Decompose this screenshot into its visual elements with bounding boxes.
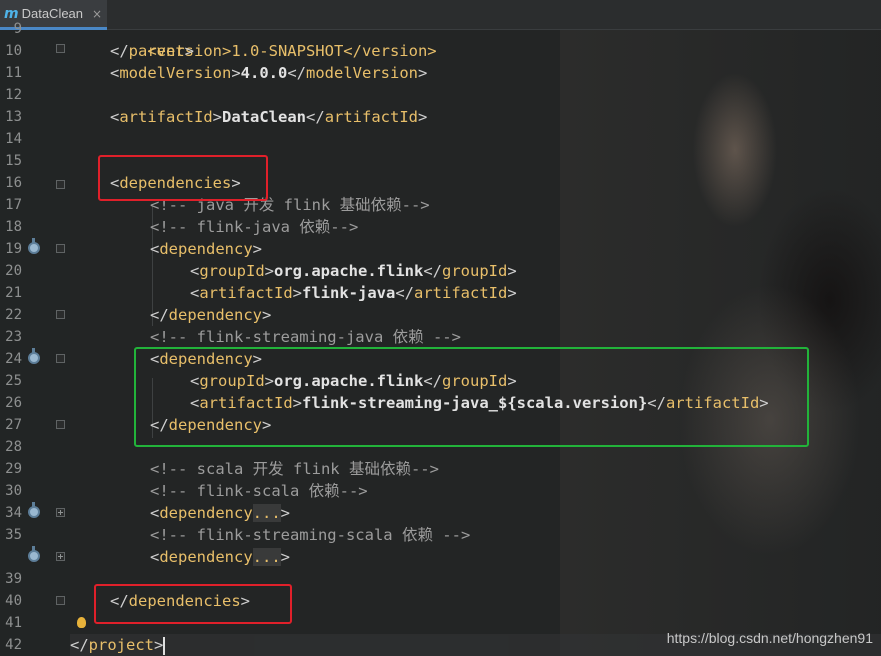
code-line-34: <!-- flink-streaming-scala 依赖 -->: [150, 526, 471, 544]
line-number: 23: [5, 329, 22, 345]
line-number: 40: [5, 593, 22, 609]
highlight-box-dependencies-open: [98, 155, 268, 201]
line-number: 39: [5, 571, 22, 587]
maven-dependency-icon[interactable]: [28, 238, 40, 254]
maven-dependency-icon[interactable]: [28, 348, 40, 364]
line-number: 30: [5, 483, 22, 499]
text-caret: [163, 636, 166, 655]
code-line-9: <version>1.0-SNAPSHOT</version>: [147, 42, 437, 60]
line-number: 25: [5, 373, 22, 389]
fold-marker-icon[interactable]: [56, 244, 65, 253]
close-icon[interactable]: ×: [92, 7, 102, 21]
highlight-box-streaming-dependency: [134, 347, 809, 447]
line-number: 24: [5, 351, 22, 367]
fold-marker-icon[interactable]: [56, 310, 65, 319]
code-line-20: <artifactId>flink-java</artifactId>: [190, 284, 517, 302]
code-line-29: <!-- flink-scala 依赖-->: [150, 482, 368, 500]
watermark: https://blog.csdn.net/hongzhen91: [666, 630, 873, 646]
line-number: 26: [5, 395, 22, 411]
folded-region[interactable]: ...: [252, 504, 281, 522]
line-number: 20: [5, 263, 22, 279]
line-number: 12: [5, 87, 22, 103]
line-gutter: 9 10 11 12 13 14 15 16 17 18 19 20 21 22 23 24 25 26 27 28 2…: [0, 21, 70, 656]
line-number: 27: [5, 417, 22, 433]
maven-dependency-icon[interactable]: [28, 502, 40, 518]
code-line-28: <!-- scala 开发 flink 基础依赖-->: [150, 460, 439, 478]
line-number: 42: [5, 637, 22, 653]
line-number: 11: [5, 65, 22, 81]
fold-marker-icon[interactable]: [56, 596, 65, 605]
line-number: 16: [5, 175, 22, 191]
code-line-21: </dependency>: [150, 306, 272, 324]
maven-dependency-icon[interactable]: [28, 546, 40, 562]
code-line-10: </parent>: [110, 42, 195, 60]
code-line-18: <dependency>: [150, 240, 263, 258]
folded-region[interactable]: ...: [252, 548, 281, 566]
fold-marker-icon[interactable]: [56, 420, 65, 429]
line-number: 17: [5, 197, 22, 213]
code-line-22: <!-- flink-streaming-java 依赖 -->: [150, 328, 461, 346]
line-number: 10: [5, 43, 22, 59]
code-editor[interactable]: <version>1.0-SNAPSHOT</version> </parent…: [70, 30, 881, 656]
line-number: 13: [5, 109, 22, 125]
code-line-30[interactable]: <dependency...>: [150, 502, 290, 524]
expand-fold-icon[interactable]: [56, 552, 65, 561]
line-number: 14: [5, 131, 22, 147]
line-number: 9: [13, 21, 22, 37]
tab-label: DataClean: [21, 6, 84, 21]
code-line-17: <!-- flink-java 依赖-->: [150, 218, 359, 236]
line-number: 28: [5, 439, 22, 455]
code-line-13: <artifactId>DataClean</artifactId>: [110, 108, 428, 126]
line-number: 22: [5, 307, 22, 323]
code-line-11: <modelVersion>4.0.0</modelVersion>: [110, 64, 428, 82]
code-line-35[interactable]: <dependency...>: [150, 546, 290, 568]
fold-marker-icon[interactable]: [56, 180, 65, 189]
highlight-box-dependencies-close: [94, 584, 292, 624]
fold-marker-icon[interactable]: [56, 44, 65, 53]
line-number: 18: [5, 219, 22, 235]
line-number: 34: [5, 505, 22, 521]
code-line-19: <groupId>org.apache.flink</groupId>: [190, 262, 517, 280]
line-number: 29: [5, 461, 22, 477]
expand-fold-icon[interactable]: [56, 508, 65, 517]
line-number: 19: [5, 241, 22, 257]
line-number: 15: [5, 153, 22, 169]
line-number: 35: [5, 527, 22, 543]
line-number: 21: [5, 285, 22, 301]
fold-marker-icon[interactable]: [56, 354, 65, 363]
line-number: 41: [5, 615, 22, 631]
